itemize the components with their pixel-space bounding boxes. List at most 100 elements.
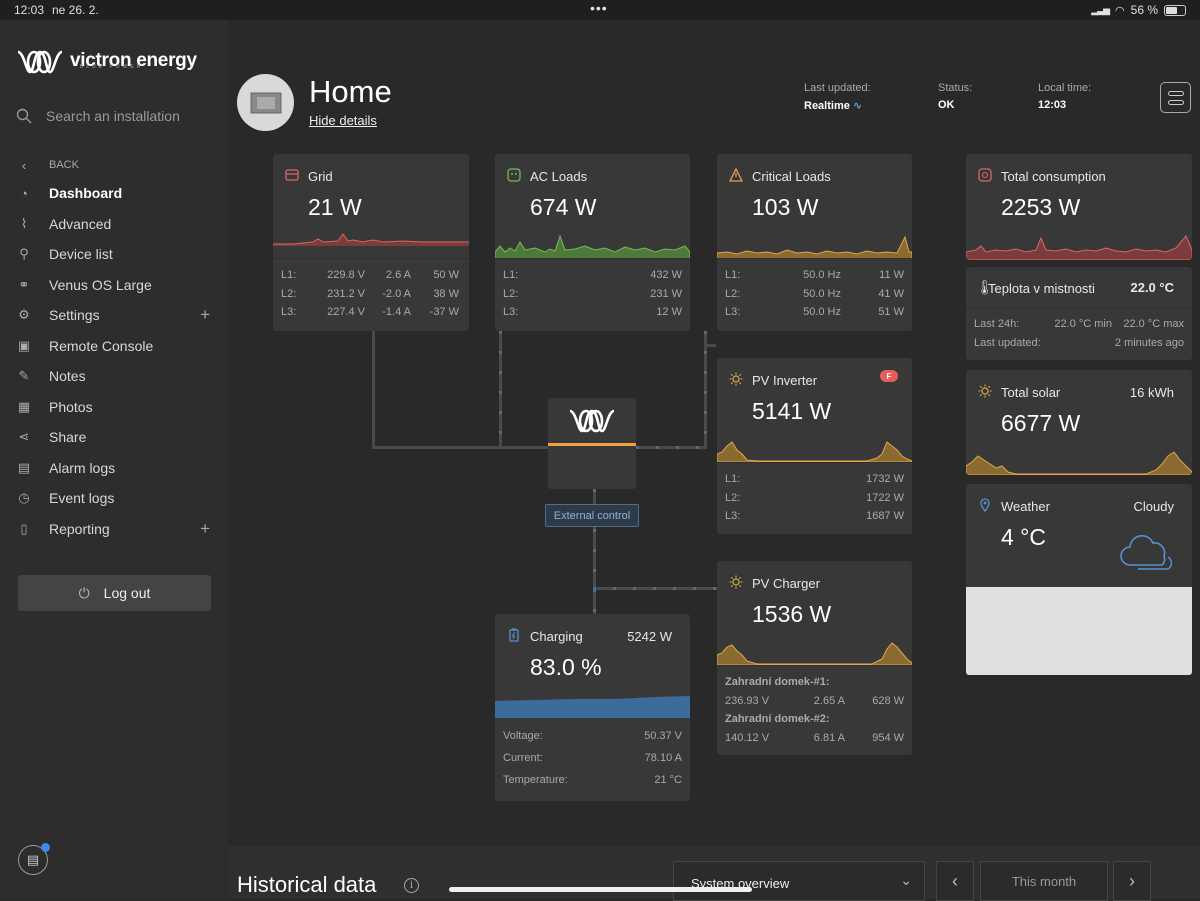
chevron-left-icon: ‹ [21, 157, 27, 173]
nodes-icon: ⚭ [18, 276, 30, 292]
info-icon[interactable]: i [404, 878, 419, 893]
clock-icon: ◷ [18, 490, 30, 506]
sidebar-item-label: Share [49, 429, 87, 446]
ac-loads-sparkline [495, 234, 690, 259]
historical-view-select[interactable]: System overview ⌄ [673, 861, 925, 901]
pv-charger-device-1-values: 236.93 V 2.65 A 628 W [725, 694, 904, 707]
battery-percent: 56 % [1130, 3, 1158, 17]
sidebar-item-label: Event logs [49, 490, 115, 507]
previous-period-button[interactable]: ‹ [936, 861, 974, 901]
connector-grid [372, 331, 375, 449]
pv-inverter-row-l2: L2: 1722 W [725, 491, 904, 504]
critical-loads-card[interactable]: Critical Loads 103 W L1: 50.0 Hz 11 W L2: 5… [717, 154, 912, 331]
alarm-icon: ▤ [17, 459, 31, 475]
logout-button[interactable]: ⏻ Log out [18, 575, 211, 611]
local-time-label: Local time: [1038, 82, 1092, 94]
battery-current-row: Current: 78.10 A [503, 752, 682, 764]
settings-toggle-button[interactable] [1160, 82, 1191, 113]
expand-plus-icon[interactable]: + [200, 305, 210, 325]
connector-pv-charger [593, 587, 717, 590]
total-consumption-value: 2253 W [1001, 194, 1081, 220]
pv-inverter-card[interactable]: PV Inverter F 5141 W L1: 1732 W L2: 1722 W… [717, 358, 912, 534]
total-solar-energy: 16 kWh [1129, 385, 1174, 400]
home-indicator[interactable] [449, 887, 752, 892]
grid-value: 21 W [308, 194, 362, 220]
total-consumption-card[interactable]: Total consumption 2253 W [966, 154, 1192, 260]
sidebar-item-label: Device list [49, 246, 113, 263]
console-icon: ▣ [17, 337, 31, 353]
grid-icon [285, 169, 299, 181]
chevron-right-icon: › [1129, 870, 1135, 891]
sun-icon [729, 372, 743, 386]
pv-charger-card[interactable]: PV Charger 1536 W Zahradní domek-#1: 236… [717, 561, 912, 755]
sidebar-item-label: Reporting [49, 520, 110, 537]
weather-card[interactable]: Weather Cloudy 4 °C [966, 484, 1192, 675]
report-icon: ▯ [20, 520, 28, 536]
battery-card[interactable]: Charging 5242 W 83.0 % Voltage: 50.37 V C… [495, 614, 690, 801]
multitasking-dots-icon[interactable]: ••• [590, 0, 608, 16]
sidebar-item-alarm-logs[interactable]: ▤ Alarm logs [16, 453, 216, 484]
cloud-icon [1120, 534, 1173, 570]
pv-inverter-value: 5141 W [752, 398, 832, 424]
sidebar-item-label: Remote Console [49, 337, 154, 354]
sidebar-item-label: Alarm logs [49, 459, 116, 476]
installation-avatar[interactable] [237, 74, 294, 131]
ac-loads-row-l1: L1: 432 W [503, 269, 682, 282]
weather-forecast-area [966, 587, 1192, 675]
graph-icon: ⌇ [20, 215, 28, 231]
sidebar-item-label: Dashboard [49, 185, 123, 202]
pv-inverter-row-l1: L1: 1732 W [725, 473, 904, 486]
grid-row-l2: L2: 231.2 V -2.0 A 38 W [281, 287, 459, 300]
fronius-badge-icon: F [880, 370, 898, 382]
notes-icon: ▤ [26, 852, 40, 867]
gauge-icon: ◔ [20, 185, 28, 201]
inverter-hub[interactable] [548, 398, 636, 489]
temperature-details: Last 24h: 22.0 °C min 22.0 °C max Last upd… [974, 315, 1184, 352]
grid-title: Grid [308, 169, 333, 184]
notification-dot [41, 843, 50, 852]
sidebar-item-notes[interactable]: ✎ Notes [16, 361, 216, 392]
total-solar-sparkline [966, 451, 1192, 475]
pv-charger-device-rows: Zahradní domek-#1: 236.93 V 2.65 A 628 W Z… [725, 673, 904, 747]
ac-loads-card[interactable]: AC Loads 674 W L1: 432 W L2: 231 W L3: 12 W [495, 154, 690, 331]
sidebar-item-settings[interactable]: ⚙ Settings + [16, 300, 216, 331]
connector-critical-stub [704, 344, 716, 347]
sidebar-item-remote-console[interactable]: ▣ Remote Console [16, 331, 216, 362]
chevron-down-icon: ⌄ [900, 872, 912, 888]
photo-icon: ▦ [17, 398, 31, 414]
victron-logo[interactable]: victron energy BLUE POWER [16, 44, 197, 78]
search-installation[interactable]: Search an installation [16, 106, 216, 126]
period-select[interactable]: This month [980, 861, 1108, 901]
sidebar-item-share[interactable]: ⋖ Share [16, 422, 216, 453]
status-date: ne 26. 2. [52, 3, 99, 17]
hide-details-link[interactable]: Hide details [309, 113, 377, 128]
grid-sparkline [273, 233, 469, 246]
battery-power: 5242 W [627, 629, 672, 644]
external-control-badge[interactable]: External control [545, 504, 639, 527]
expand-plus-icon[interactable]: + [200, 519, 210, 539]
grid-card[interactable]: Grid 21 W L1: 229.8 V 2.6 A 50 W L2: 231.2 V… [273, 154, 469, 331]
sidebar-item-back[interactable]: ‹ BACK [16, 152, 216, 178]
sidebar-item-dashboard[interactable]: ◔ Dashboard [16, 178, 216, 209]
sun-icon [729, 575, 743, 589]
sidebar-item-device-list[interactable]: ⚲ Device list [16, 239, 216, 270]
sidebar-item-venus-os-large[interactable]: ⚭ Venus OS Large [16, 270, 216, 301]
grid-phase-rows: L1: 229.8 V 2.6 A 50 W L2: 231.2 V -2.0 A 38 W… [281, 266, 461, 322]
temperature-card[interactable]: 🌡︎ Teplota v mistnosti 22.0 °C Last 24h:… [966, 267, 1192, 360]
victron-logo-icon [569, 409, 615, 433]
sidebar-item-advanced[interactable]: ⌇ Advanced [16, 209, 216, 240]
total-solar-card[interactable]: Total solar 16 kWh 6677 W [966, 370, 1192, 475]
grid-row-l1: L1: 229.8 V 2.6 A 50 W [281, 269, 459, 282]
feedback-button[interactable]: ▤ [18, 843, 50, 875]
signal-icon: ▂▃▅ [1091, 4, 1110, 15]
sidebar-item-photos[interactable]: ▦ Photos [16, 392, 216, 423]
sidebar-item-event-logs[interactable]: ◷ Event logs [16, 483, 216, 514]
ac-loads-phase-rows: L1: 432 W L2: 231 W L3: 12 W [503, 266, 682, 322]
pv-inverter-title: PV Inverter [752, 373, 818, 388]
status-time: 12:03 [14, 3, 45, 17]
next-period-button[interactable]: › [1113, 861, 1151, 901]
total-solar-value: 6677 W [1001, 410, 1081, 436]
sidebar-item-reporting[interactable]: ▯ Reporting + [16, 514, 216, 545]
sun-icon [978, 384, 992, 398]
socket-icon [507, 168, 521, 182]
